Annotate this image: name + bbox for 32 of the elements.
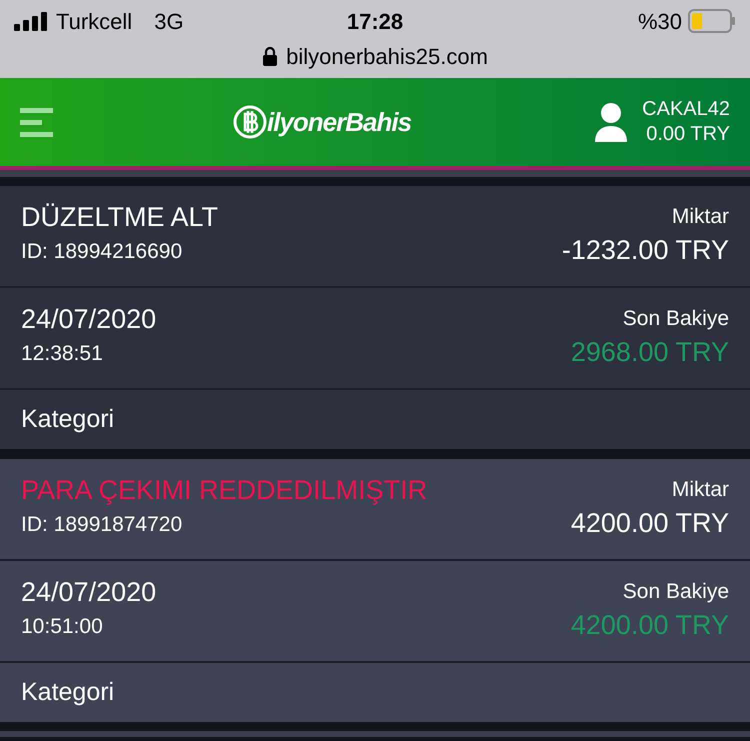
username: CAKAL42 xyxy=(642,97,730,122)
coin-icon xyxy=(233,105,267,139)
category-label: Kategori xyxy=(21,404,114,435)
transaction-title: PARA ÇEKIMI REDDEDILMIŞTIR xyxy=(21,474,428,507)
user-icon[interactable] xyxy=(594,102,628,142)
clock: 17:28 xyxy=(346,8,404,36)
transaction-date: 24/07/2020 xyxy=(21,303,156,336)
amount-label: Miktar xyxy=(672,204,729,230)
signal-icon xyxy=(14,11,48,31)
network-type: 3G xyxy=(154,8,184,36)
balance-value: 2968.00 TRY xyxy=(570,336,729,369)
transaction-date: 24/07/2020 xyxy=(21,576,156,609)
site-logo[interactable]: ilyonerBahis xyxy=(233,102,412,142)
balance-value: 4200.00 TRY xyxy=(570,609,729,642)
transaction-time: 10:51:00 xyxy=(21,614,104,640)
carrier-name: Turkcell xyxy=(56,8,132,36)
transaction-id: ID: 18994216690 xyxy=(21,239,184,265)
category-label: Kategori xyxy=(21,676,114,708)
transaction-id: ID: 18991874720 xyxy=(21,512,184,538)
balance-label: Son Bakiye xyxy=(622,306,729,332)
battery-icon xyxy=(688,9,736,33)
amount-label: Miktar xyxy=(672,477,729,503)
account-balance: 0.00 TRY xyxy=(646,122,730,147)
amount-value: 4200.00 TRY xyxy=(570,507,729,540)
logo-text: ilyonerBahis xyxy=(267,106,412,138)
battery-percent: %30 xyxy=(638,8,682,36)
url-text[interactable]: bilyonerbahis25.com xyxy=(286,40,488,72)
balance-label: Son Bakiye xyxy=(622,579,729,605)
transaction-time: 12:38:51 xyxy=(21,341,104,367)
transaction-title: DÜZELTME ALT xyxy=(21,201,218,234)
lock-icon xyxy=(262,46,278,66)
amount-value: -1232.00 TRY xyxy=(562,234,729,267)
